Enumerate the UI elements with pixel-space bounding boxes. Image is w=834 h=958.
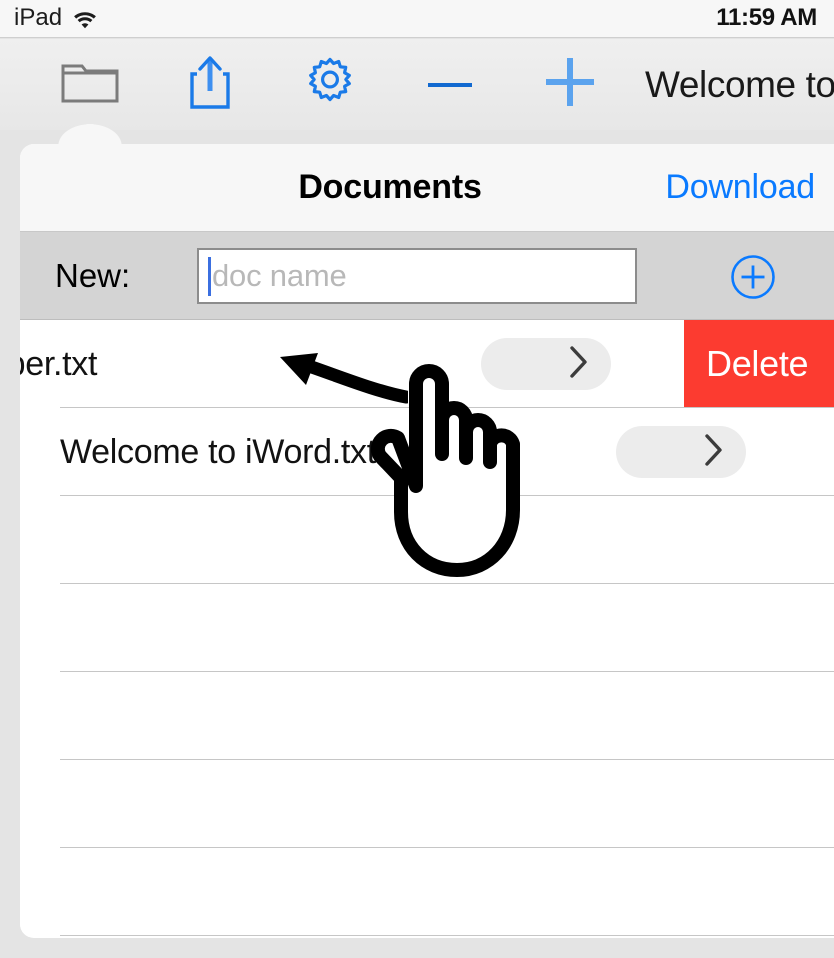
- popover-arrow: [58, 124, 122, 146]
- plus-icon: [546, 58, 594, 111]
- zoom-out-button[interactable]: [408, 39, 492, 130]
- documents-list: aper.txt Delete Welcome to iWord.txt: [20, 320, 834, 937]
- new-label: New:: [55, 256, 131, 294]
- table-row[interactable]: Welcome to iWord.txt: [20, 408, 834, 496]
- gear-icon: [302, 54, 358, 115]
- text-caret: [208, 256, 211, 296]
- table-row[interactable]: [20, 848, 834, 936]
- row-separator: [60, 935, 834, 936]
- chevron-right-icon: [569, 345, 589, 384]
- minus-icon: [428, 76, 472, 94]
- popover-header: Documents Download: [20, 144, 834, 232]
- doc-name-input[interactable]: doc name: [197, 248, 637, 304]
- status-bar-left: iPad: [14, 4, 98, 32]
- row-detail-button[interactable]: [481, 338, 611, 390]
- row-filename: Welcome to iWord.txt: [60, 432, 376, 471]
- ipad-screen: iPad 11:59 AM Welcome to Documents Downl…: [0, 0, 834, 958]
- add-document-button[interactable]: [730, 254, 776, 300]
- row-detail-button[interactable]: [616, 426, 746, 478]
- documents-popover: Documents Download New: doc name aper.tx…: [20, 144, 834, 938]
- carrier-label: iPad: [14, 4, 63, 31]
- row-filename: aper.txt: [20, 344, 98, 383]
- delete-button[interactable]: Delete: [684, 320, 834, 408]
- share-icon: [187, 54, 233, 115]
- share-button[interactable]: [168, 39, 252, 130]
- zoom-in-button[interactable]: [528, 39, 612, 130]
- wifi-icon: [72, 7, 98, 30]
- chevron-right-icon: [704, 433, 724, 472]
- table-row[interactable]: [20, 496, 834, 584]
- download-button[interactable]: Download: [665, 144, 815, 231]
- settings-button[interactable]: [288, 39, 372, 130]
- document-title: Welcome to: [645, 63, 834, 105]
- folder-icon: [60, 57, 120, 112]
- documents-button[interactable]: [47, 39, 133, 130]
- clock-label: 11:59 AM: [716, 4, 817, 31]
- table-row[interactable]: [20, 672, 834, 760]
- table-row[interactable]: aper.txt Delete: [20, 320, 834, 408]
- table-row[interactable]: [20, 760, 834, 848]
- new-document-row: New: doc name: [20, 232, 834, 320]
- doc-name-placeholder: doc name: [212, 258, 347, 293]
- status-bar: iPad 11:59 AM: [0, 0, 834, 38]
- app-toolbar: Welcome to: [0, 39, 834, 130]
- table-row[interactable]: [20, 584, 834, 672]
